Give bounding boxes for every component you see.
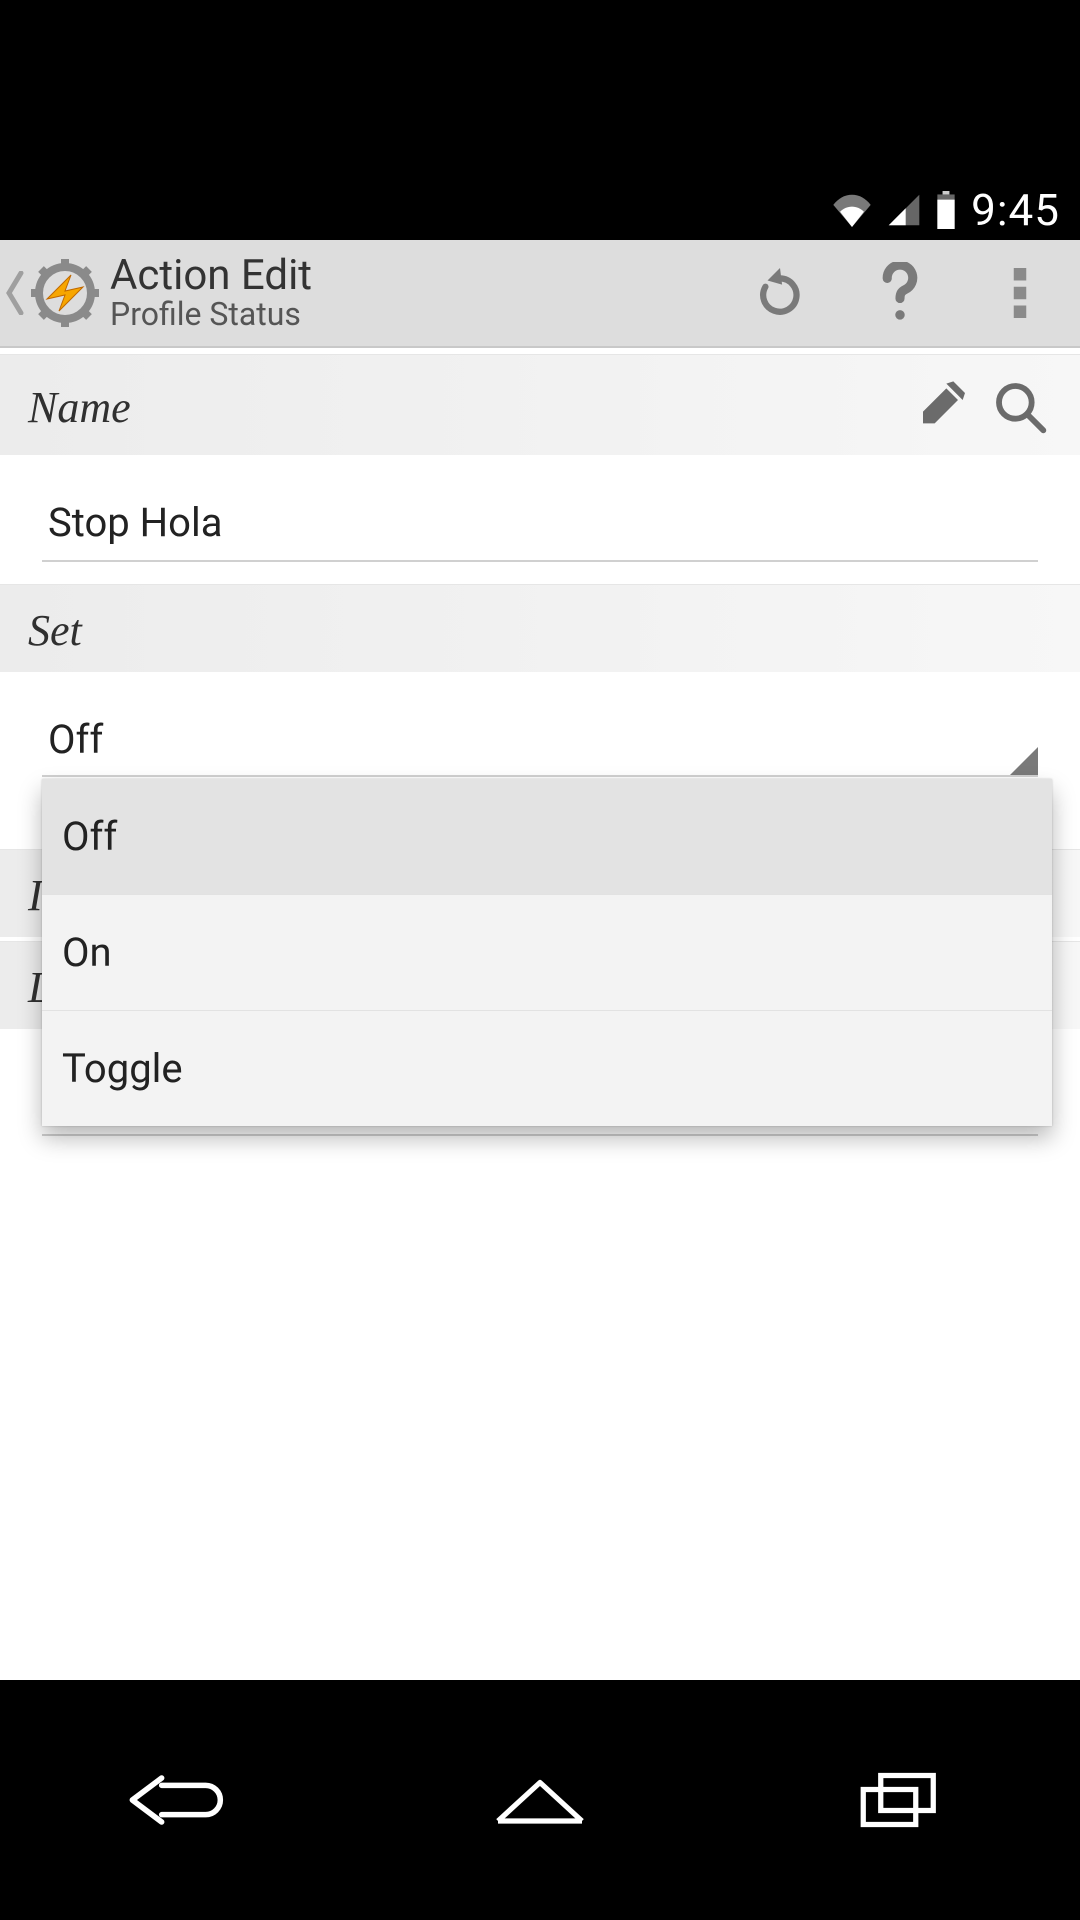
section-header-name: Name bbox=[0, 354, 1080, 455]
set-option-toggle[interactable]: Toggle bbox=[42, 1011, 1052, 1126]
android-status-bar: 9:45 bbox=[0, 180, 1080, 240]
set-option-off[interactable]: Off bbox=[42, 779, 1052, 895]
set-spinner-container: Off Off On Toggle bbox=[0, 672, 1080, 777]
nav-home-button[interactable] bbox=[440, 1750, 640, 1850]
status-clock: 9:45 bbox=[971, 184, 1060, 236]
action-bar: Action Edit Profile Status bbox=[0, 240, 1080, 348]
nav-back-button[interactable] bbox=[80, 1750, 280, 1850]
section-label-set: Set bbox=[28, 605, 1052, 656]
tag-edit-icon[interactable] bbox=[912, 375, 976, 439]
undo-button[interactable] bbox=[720, 240, 840, 347]
set-spinner[interactable]: Off bbox=[42, 706, 1038, 777]
nav-recents-button[interactable] bbox=[800, 1750, 1000, 1850]
set-option-on[interactable]: On bbox=[42, 895, 1052, 1011]
section-header-set: Set bbox=[0, 584, 1080, 672]
help-button[interactable] bbox=[840, 240, 960, 347]
android-nav-bar bbox=[0, 1680, 1080, 1920]
section-label-name: Name bbox=[28, 382, 900, 433]
overflow-menu-button[interactable] bbox=[960, 240, 1080, 347]
set-dropdown: Off On Toggle bbox=[42, 779, 1052, 1126]
actionbar-subtitle: Profile Status bbox=[110, 298, 312, 332]
set-spinner-value: Off bbox=[48, 716, 103, 763]
name-field-container bbox=[0, 455, 1080, 572]
app-viewport: Action Edit Profile Status Name bbox=[0, 240, 1080, 1680]
wifi-icon bbox=[831, 193, 873, 227]
cell-signal-icon bbox=[887, 193, 921, 227]
search-icon[interactable] bbox=[988, 375, 1052, 439]
back-button[interactable] bbox=[0, 240, 30, 347]
device-frame-top: 9:45 bbox=[0, 0, 1080, 240]
battery-icon bbox=[935, 191, 957, 229]
actionbar-title: Action Edit bbox=[110, 254, 312, 298]
tasker-app-icon[interactable] bbox=[30, 258, 100, 328]
name-input[interactable] bbox=[42, 485, 1038, 562]
